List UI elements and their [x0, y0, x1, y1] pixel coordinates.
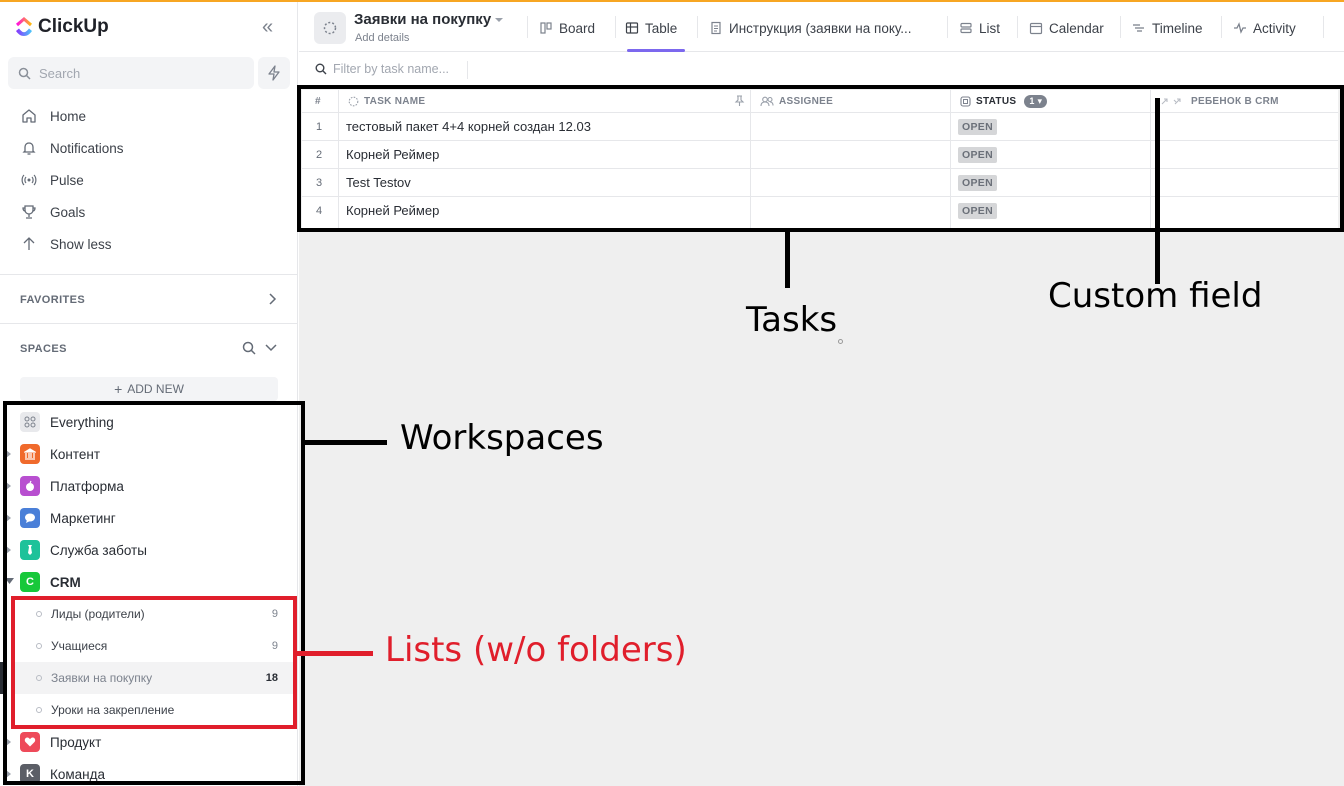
nav-item-goals[interactable]: Goals: [20, 196, 124, 228]
tab-separator: [1120, 16, 1121, 38]
nav-label: Pulse: [50, 172, 84, 188]
tab-separator: [947, 16, 948, 38]
chevron-down-icon[interactable]: [264, 342, 278, 354]
add-new-label: ADD NEW: [127, 382, 184, 396]
tab-label: Board: [559, 20, 596, 36]
active-tab-underline: [627, 49, 685, 52]
app-name: ClickUp: [38, 16, 109, 37]
tab-separator: [615, 16, 616, 38]
lists-highlight-frame: [11, 596, 297, 729]
timeline-icon: [1133, 24, 1144, 32]
tab-separator: [1017, 16, 1018, 38]
filter-input[interactable]: Filter by task name...: [315, 62, 449, 76]
home-icon: [22, 109, 36, 123]
list-view-icon: [960, 22, 972, 34]
dashed-circle-icon: [323, 21, 337, 35]
sidebar-divider: [0, 323, 298, 324]
tab-separator: [1221, 16, 1222, 38]
tab-list[interactable]: List: [959, 18, 1000, 38]
caret-down-icon: [495, 17, 504, 22]
list-title[interactable]: Заявки на покупку: [354, 11, 504, 28]
custom-field-annotation: Custom field: [1048, 276, 1263, 316]
quick-actions-button[interactable]: [258, 57, 290, 89]
search-icon: [315, 63, 327, 75]
doc-icon: [711, 21, 721, 35]
main-nav: Home Notifications Pulse Goals Show less: [20, 100, 124, 260]
tab-board[interactable]: Board: [539, 18, 595, 38]
lightning-icon: [268, 65, 280, 81]
filter-placeholder: Filter by task name...: [333, 62, 450, 76]
nav-item-notifications[interactable]: Notifications: [20, 132, 124, 164]
chevron-right-icon[interactable]: [266, 292, 278, 306]
clickup-logo-icon: [16, 17, 32, 36]
spaces-title: SPACES: [20, 343, 67, 355]
tab-activity[interactable]: Activity: [1233, 18, 1296, 38]
tab-separator: [697, 16, 698, 38]
nav-label: Show less: [50, 236, 112, 252]
list-header: Заявки на покупку Add details Board Tabl…: [299, 2, 1344, 52]
tab-instruction-doc[interactable]: Инструкция (заявки на поку...: [709, 18, 912, 38]
arrow-up-icon: [23, 237, 35, 250]
tab-timeline[interactable]: Timeline: [1132, 18, 1203, 38]
tab-label: Timeline: [1152, 20, 1203, 36]
plus-icon: +: [114, 381, 123, 397]
trophy-icon: [22, 205, 36, 219]
tab-label: Activity: [1253, 20, 1296, 36]
search-placeholder: Search: [39, 65, 81, 81]
custom-field-pointer-line: [1155, 98, 1160, 284]
tab-label: Table: [645, 20, 678, 36]
calendar-icon: [1029, 22, 1043, 35]
workspaces-pointer-line: [305, 440, 387, 445]
app-logo[interactable]: ClickUp: [14, 16, 109, 38]
filter-separator: [467, 61, 468, 79]
tab-separator: [1323, 16, 1324, 38]
nav-item-pulse[interactable]: Pulse: [20, 164, 124, 196]
nav-label: Goals: [50, 204, 86, 220]
tab-label: List: [979, 20, 1001, 36]
list-icon-button[interactable]: [314, 12, 346, 44]
nav-label: Home: [50, 108, 87, 124]
activity-icon: [1234, 22, 1246, 34]
search-spaces-icon[interactable]: [242, 341, 256, 355]
lists-annotation: Lists (w/o folders): [385, 630, 687, 670]
collapse-sidebar-icon[interactable]: «: [262, 16, 273, 39]
tab-calendar[interactable]: Calendar: [1029, 18, 1104, 38]
cursor-dot: [838, 339, 843, 344]
bell-icon: [22, 142, 36, 155]
board-icon: [540, 22, 552, 34]
search-input[interactable]: Search: [8, 57, 254, 89]
tab-label: Calendar: [1049, 20, 1104, 36]
nav-item-home[interactable]: Home: [20, 100, 124, 132]
workspaces-annotation: Workspaces: [400, 418, 604, 458]
table-icon: [625, 22, 639, 34]
tasks-highlight-frame: [297, 85, 1344, 232]
pulse-icon: [21, 174, 37, 186]
tab-table[interactable]: Table: [625, 18, 677, 38]
tasks-pointer-line: [785, 230, 790, 288]
filter-bar: Filter by task name...: [299, 53, 1344, 87]
tasks-annotation: Tasks: [746, 300, 838, 340]
lists-pointer-line: [297, 651, 373, 656]
tab-separator: [527, 16, 528, 38]
tab-label: Инструкция (заявки на поку...: [729, 20, 912, 36]
sidebar-divider: [0, 274, 298, 275]
search-icon: [18, 67, 31, 80]
list-title-text: Заявки на покупку: [354, 11, 492, 28]
favorites-title[interactable]: FAVORITES: [20, 294, 85, 306]
add-details-link[interactable]: Add details: [355, 32, 409, 44]
nav-item-show-less[interactable]: Show less: [20, 228, 124, 260]
add-new-space-button[interactable]: + ADD NEW: [20, 377, 278, 401]
nav-label: Notifications: [50, 140, 124, 156]
